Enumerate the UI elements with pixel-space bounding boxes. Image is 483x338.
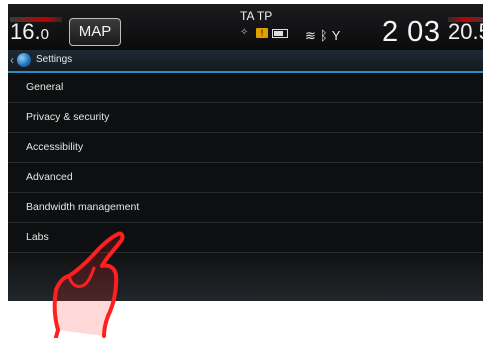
bluetooth-icon: ᛒ — [319, 28, 328, 43]
temp-left-decimal: 0 — [40, 26, 49, 43]
temp-indicator-bar — [10, 17, 62, 22]
temp-left-whole: 16. — [10, 19, 41, 44]
wifi-icon: ≋ — [305, 28, 316, 43]
passenger-temperature[interactable]: 20.5 — [448, 17, 483, 47]
connectivity-icons: ≋ ᛒ Y — [305, 28, 340, 44]
settings-item-advanced[interactable]: Advanced — [8, 163, 483, 193]
ta-tp-indicator: TA TP — [240, 9, 273, 23]
temp-right-value: 20.5 — [448, 19, 483, 44]
satellite-icon: ✧ — [240, 27, 249, 38]
warning-icon: ! — [256, 28, 268, 38]
back-chevron-icon[interactable]: ‹ — [10, 53, 14, 67]
temp-indicator-bar — [448, 17, 483, 22]
browser-globe-icon[interactable] — [17, 53, 31, 67]
tapping-hand-icon — [52, 231, 125, 338]
settings-item-general[interactable]: General — [8, 73, 483, 103]
signal-icon: Y — [331, 28, 341, 43]
status-icons: ✧ ! — [240, 26, 288, 40]
settings-item-privacy-security[interactable]: Privacy & security — [8, 103, 483, 133]
settings-item-bandwidth-management[interactable]: Bandwidth management — [8, 193, 483, 223]
battery-icon — [272, 28, 288, 38]
status-bar: 16.0 MAP TA TP ✧ ! ≋ ᛒ Y 2 03 20.5 — [8, 4, 483, 50]
settings-item-accessibility[interactable]: Accessibility — [8, 133, 483, 163]
title-bar: ‹ Settings — [8, 50, 483, 73]
driver-temperature[interactable]: 16.0 — [10, 17, 66, 47]
page-title: Settings — [36, 54, 73, 65]
map-button[interactable]: MAP — [69, 18, 121, 46]
clock: 2 03 — [382, 16, 441, 48]
settings-list: General Privacy & security Accessibility… — [8, 73, 483, 253]
